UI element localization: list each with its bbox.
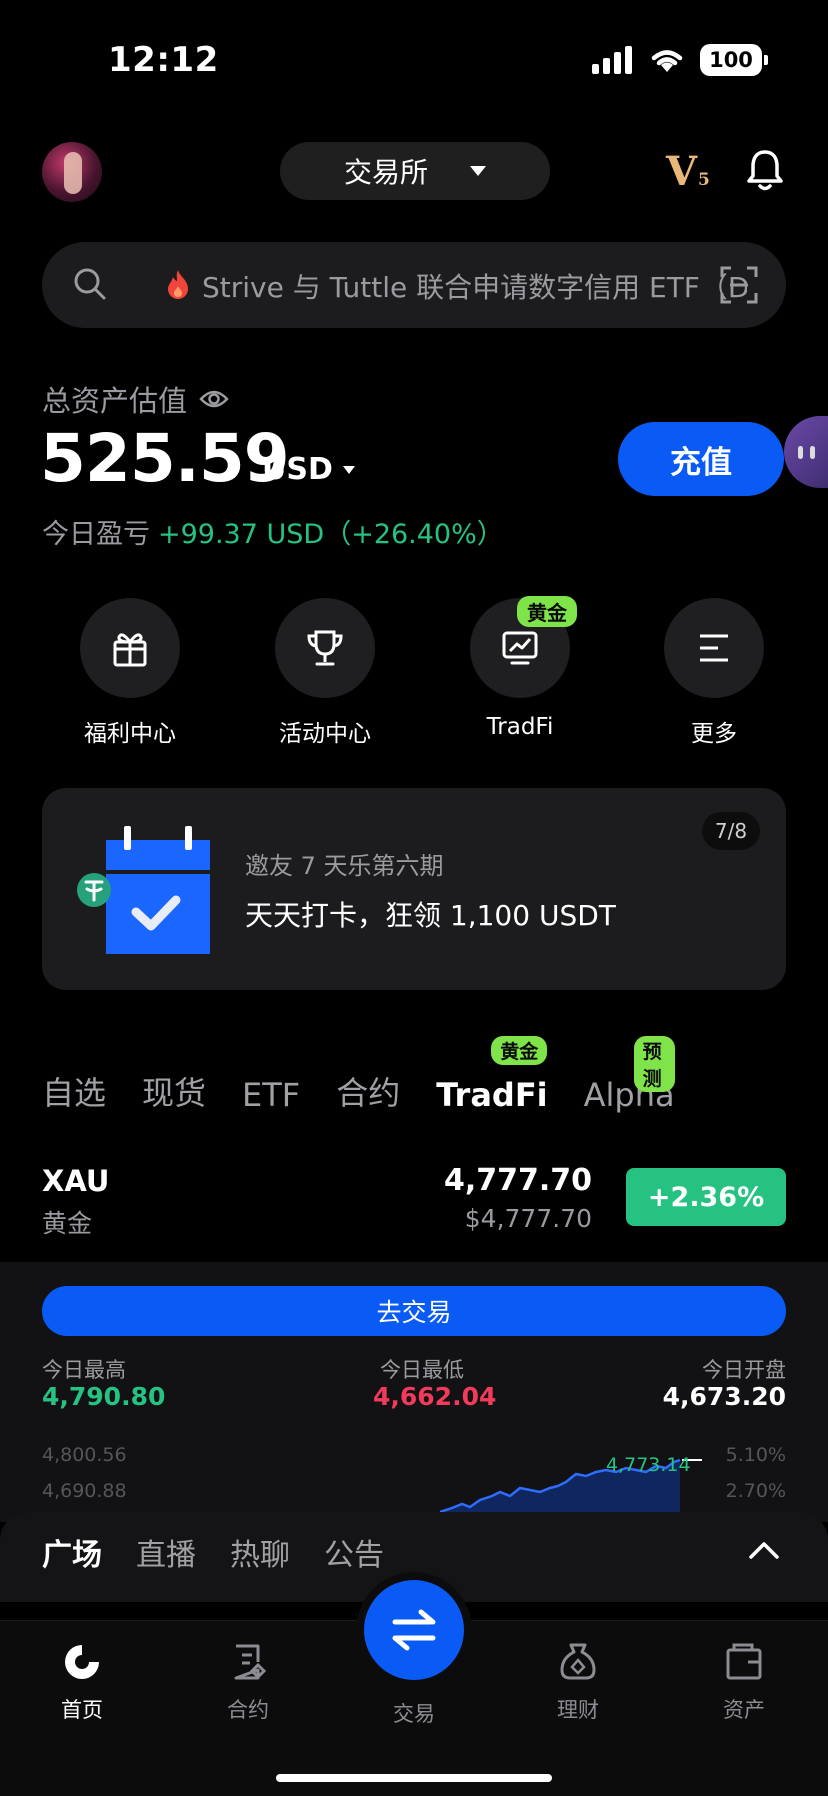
wealth-icon (560, 1643, 596, 1680)
last-price-marker: 4,773.14 (606, 1454, 691, 1476)
signal-icon (592, 46, 632, 74)
promo-subtitle: 邀友 7 天乐第六期 (245, 852, 444, 880)
status-time: 12:12 (108, 40, 219, 80)
axis-label: 2.70% (725, 1480, 786, 1502)
status-icons: 100 (592, 44, 768, 76)
vip-level: 5 (698, 170, 710, 190)
nav-label: 合约 (227, 1698, 269, 1722)
ticker-price-usd: $4,777.70 (464, 1204, 592, 1233)
battery-indicator: 100 (700, 44, 768, 76)
quick-action-label: 更多 (691, 721, 737, 747)
tab-announcements[interactable]: 公告 (324, 1530, 384, 1574)
search-icon (74, 268, 106, 300)
chevron-up-icon[interactable] (748, 1540, 780, 1560)
fire-icon (168, 270, 188, 299)
total-assets-title: 总资产估值 (42, 384, 188, 418)
open-label: 今日开盘 (702, 1358, 786, 1382)
currency-label: USD (262, 452, 333, 487)
quick-action-label: 福利中心 (84, 721, 176, 747)
nav-assets[interactable]: 资产 (684, 1640, 804, 1724)
nav-label: 理财 (557, 1698, 599, 1722)
open-value: 4,673.20 (662, 1382, 786, 1411)
pnl-label: 今日盈亏 (42, 519, 150, 550)
gift-icon (113, 633, 147, 667)
low-label: 今日最低 (380, 1358, 464, 1382)
quick-action-welfare[interactable]: 福利中心 (70, 598, 190, 748)
tab-futures[interactable]: 合约 (336, 1068, 400, 1114)
search-bar[interactable]: Strive 与 Tuttle 联合申请数字信用 ETF（D (42, 242, 786, 328)
wallet-icon (726, 1643, 762, 1680)
bell-icon[interactable] (744, 148, 786, 192)
deposit-button[interactable]: 充值 (618, 422, 784, 496)
quick-action-label: 活动中心 (279, 721, 371, 747)
vip-letter: V (666, 148, 698, 195)
promo-card[interactable]: 7/8 邀友 7 天乐第六期 天天打卡，狂领 1,100 USDT (42, 788, 786, 990)
high-value: 4,790.80 (42, 1382, 166, 1411)
tab-tradfi[interactable]: TradFi 黄金 (436, 1036, 548, 1114)
tab-spot[interactable]: 现货 (142, 1068, 206, 1114)
feed-tabs: 广场 直播 热聊 公告 (42, 1530, 384, 1574)
nav-trade-label[interactable]: 交易 (364, 1698, 464, 1728)
nav-label: 首页 (61, 1698, 103, 1722)
ticker-change-badge[interactable]: +2.36% (626, 1168, 786, 1226)
trade-fab[interactable] (364, 1580, 464, 1680)
market-tabs: 自选 现货 ETF 合约 TradFi 黄金 Alpha 预测 (42, 1036, 675, 1114)
menu-icon (700, 634, 728, 662)
quick-action-label: TradFi (486, 714, 554, 740)
quick-action-events[interactable]: 活动中心 (265, 598, 385, 748)
nav-wealth[interactable]: 理财 (518, 1640, 638, 1724)
home-icon (65, 1645, 99, 1679)
total-assets-label: 总资产估值 (42, 378, 229, 420)
contract-icon (234, 1644, 267, 1680)
today-pnl: 今日盈亏 +99.37 USD（+26.40%） (42, 512, 504, 551)
axis-label: 5.10% (725, 1444, 786, 1466)
quick-action-more[interactable]: 更多 (654, 598, 774, 748)
high-label: 今日最高 (42, 1358, 126, 1382)
currency-select[interactable]: USD (262, 452, 355, 487)
tab-square[interactable]: 广场 (42, 1530, 102, 1574)
mode-label: 交易所 (343, 156, 428, 189)
avatar[interactable] (42, 142, 102, 202)
wifi-icon (651, 50, 683, 72)
caret-down-icon (342, 465, 355, 474)
axis-label: 4,690.88 (42, 1480, 127, 1502)
gold-tag: 黄金 (517, 596, 577, 627)
ticker-symbol[interactable]: XAU (42, 1164, 109, 1198)
tab-etf[interactable]: ETF (242, 1076, 300, 1114)
chart-monitor-icon (502, 631, 538, 665)
low-value: 4,662.04 (373, 1382, 497, 1411)
nav-home[interactable]: 首页 (22, 1640, 142, 1724)
tab-label: TradFi (436, 1076, 548, 1114)
tab-alpha[interactable]: Alpha 预测 (584, 1036, 675, 1114)
nav-contract[interactable]: 合约 (188, 1640, 308, 1724)
tab-favorites[interactable]: 自选 (42, 1068, 106, 1114)
trophy-icon (307, 630, 343, 666)
search-trending-text: Strive 与 Tuttle 联合申请数字信用 ETF（D (202, 271, 747, 304)
nav-label: 资产 (723, 1698, 765, 1722)
exchange-mode-select[interactable]: 交易所 (280, 142, 550, 200)
calendar-check-icon (77, 826, 210, 954)
axis-label: 4,800.56 (42, 1444, 127, 1466)
swap-icon (392, 1609, 436, 1651)
pnl-value: +99.37 USD（+26.40%） (158, 519, 504, 550)
tab-chat[interactable]: 热聊 (230, 1530, 290, 1574)
ticker-price: 4,777.70 (443, 1163, 592, 1198)
assistant-bubble-icon[interactable] (784, 416, 828, 488)
vip-badge[interactable]: V5 (666, 148, 710, 195)
promo-counter: 7/8 (702, 812, 760, 850)
caret-down-icon (470, 166, 486, 176)
go-trade-button[interactable]: 去交易 (42, 1286, 786, 1336)
gold-tag: 黄金 (491, 1036, 548, 1065)
tab-live[interactable]: 直播 (136, 1530, 196, 1574)
eye-icon[interactable] (199, 388, 229, 410)
total-assets-value: 525.59 (40, 420, 290, 497)
promo-title: 天天打卡，狂领 1,100 USDT (245, 899, 616, 932)
ticker-name: 黄金 (42, 1209, 93, 1238)
home-indicator (276, 1774, 552, 1782)
scan-icon[interactable] (720, 266, 758, 304)
prediction-tag: 预测 (633, 1036, 675, 1092)
